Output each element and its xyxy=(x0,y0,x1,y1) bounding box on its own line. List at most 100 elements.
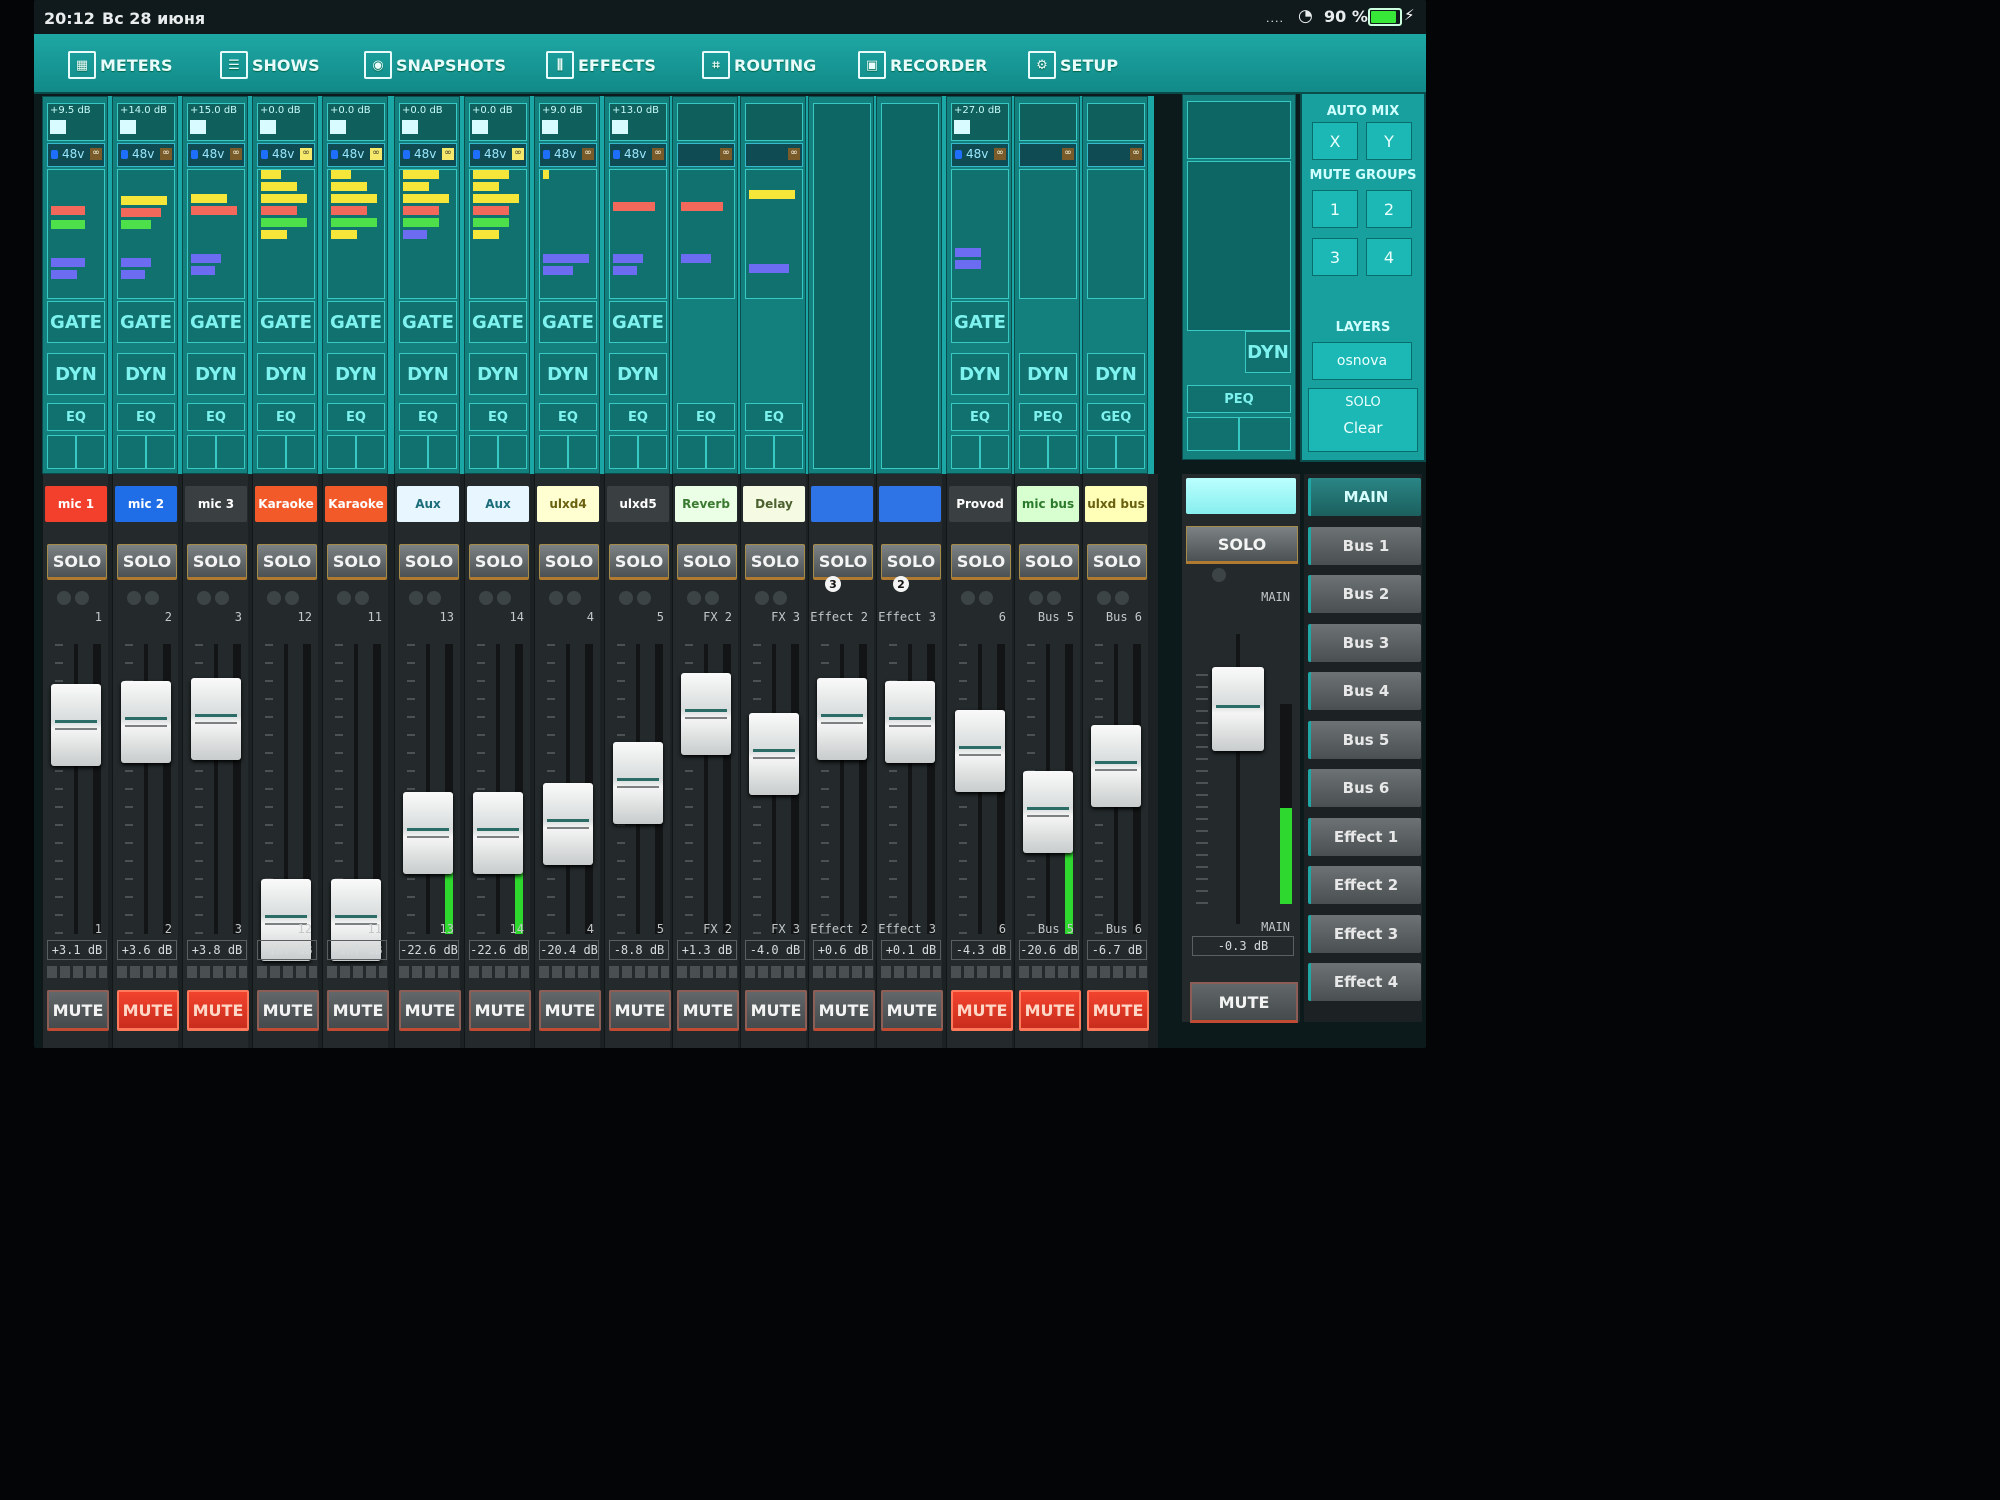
eq-button[interactable]: EQ xyxy=(117,403,175,431)
eq-button[interactable]: GEQ xyxy=(1087,403,1145,431)
phantom-power[interactable]: 48v ∞ xyxy=(117,143,175,167)
eq-button[interactable]: EQ xyxy=(469,403,527,431)
nav-tab-snapshots[interactable]: ◉ SNAPSHOTS xyxy=(364,48,506,82)
bus-button-effect-4[interactable]: Effect 4 xyxy=(1308,963,1421,1001)
phantom-power[interactable]: ∞ xyxy=(1087,143,1145,167)
fader-knob[interactable] xyxy=(1091,725,1141,807)
dyn-button[interactable]: DYN xyxy=(117,353,175,395)
phantom-power[interactable]: 48v ∞ xyxy=(609,143,667,167)
dyn-button[interactable]: DYN xyxy=(257,353,315,395)
bus-button-effect-1[interactable]: Effect 1 xyxy=(1308,817,1421,856)
channel-name[interactable]: ulxd4 xyxy=(537,486,599,522)
phantom-power[interactable]: 48v ∞ xyxy=(187,143,245,167)
bus-button-main[interactable]: MAIN xyxy=(1308,478,1421,516)
phantom-power[interactable]: 48v ∞ xyxy=(539,143,597,167)
solo-button[interactable]: SOLO xyxy=(187,544,247,580)
solo-clear-box[interactable]: SOLO Clear xyxy=(1308,388,1418,452)
solo-button[interactable]: SOLO xyxy=(47,544,107,580)
channel-name[interactable]: mic 2 xyxy=(115,486,177,522)
mute-button[interactable]: MUTE xyxy=(399,990,461,1031)
gain-trim[interactable]: +14.0 dB xyxy=(117,103,175,141)
gate-button[interactable]: GATE xyxy=(469,301,527,343)
solo-button[interactable]: SOLO xyxy=(117,544,177,580)
fader-knob[interactable] xyxy=(473,792,523,874)
dyn-button[interactable]: DYN xyxy=(609,353,667,395)
gain-trim[interactable]: +9.0 dB xyxy=(539,103,597,141)
solo-button[interactable]: SOLO xyxy=(469,544,529,580)
mute-group-2-button[interactable]: 2 xyxy=(1366,190,1412,228)
mute-group-3-button[interactable]: 3 xyxy=(1312,238,1358,276)
eq-button[interactable]: EQ xyxy=(187,403,245,431)
fader-knob[interactable] xyxy=(121,681,171,763)
fader-knob[interactable] xyxy=(955,710,1005,792)
dyn-button[interactable]: DYN xyxy=(47,353,105,395)
gain-trim[interactable]: +0.0 dB xyxy=(469,103,527,141)
eq-button[interactable]: EQ xyxy=(327,403,385,431)
main-peq-button[interactable]: PEQ xyxy=(1187,385,1291,413)
fader-knob[interactable] xyxy=(51,684,101,766)
main-dyn-button[interactable]: DYN xyxy=(1245,331,1291,373)
gain-trim[interactable]: +13.0 dB xyxy=(609,103,667,141)
main-fader-knob[interactable] xyxy=(1212,667,1264,751)
gain-trim[interactable]: +15.0 dB xyxy=(187,103,245,141)
gain-trim[interactable]: +0.0 dB xyxy=(399,103,457,141)
fader-knob[interactable] xyxy=(749,713,799,795)
eq-button[interactable]: EQ xyxy=(609,403,667,431)
solo-button[interactable]: SOLO xyxy=(399,544,459,580)
channel-name[interactable]: ulxd bus xyxy=(1085,486,1147,522)
eq-button[interactable]: EQ xyxy=(745,403,803,431)
eq-button[interactable]: EQ xyxy=(399,403,457,431)
channel-name[interactable]: Provod xyxy=(949,486,1011,522)
layer-button[interactable]: osnova xyxy=(1312,342,1412,380)
channel-name[interactable]: Aux xyxy=(397,486,459,522)
mute-button[interactable]: MUTE xyxy=(327,990,389,1031)
gain-trim[interactable] xyxy=(745,103,803,141)
mute-button[interactable]: MUTE xyxy=(881,990,943,1031)
solo-button[interactable]: SOLO xyxy=(745,544,805,580)
bus-button-bus-5[interactable]: Bus 5 xyxy=(1308,720,1421,759)
phantom-power[interactable]: 48v ∞ xyxy=(399,143,457,167)
channel-name[interactable]: Karaoke xyxy=(325,486,387,522)
fader-knob[interactable] xyxy=(543,783,593,865)
solo-button[interactable]: SOLO xyxy=(327,544,387,580)
mute-button[interactable]: MUTE xyxy=(609,990,671,1031)
mute-button[interactable]: MUTE xyxy=(257,990,319,1031)
gate-button[interactable]: GATE xyxy=(951,301,1009,343)
phantom-power[interactable]: 48v ∞ xyxy=(257,143,315,167)
gate-button[interactable]: GATE xyxy=(399,301,457,343)
solo-clear-button[interactable]: Clear xyxy=(1309,419,1417,437)
gate-button[interactable]: GATE xyxy=(609,301,667,343)
fader-knob[interactable] xyxy=(1023,771,1073,853)
solo-button[interactable]: SOLO xyxy=(539,544,599,580)
eq-button[interactable]: EQ xyxy=(677,403,735,431)
gate-button[interactable]: GATE xyxy=(187,301,245,343)
mute-button[interactable]: MUTE xyxy=(187,990,249,1031)
channel-name[interactable]: Reverb xyxy=(675,486,737,522)
nav-tab-recorder[interactable]: ▣ RECORDER xyxy=(858,48,987,82)
solo-button[interactable]: SOLO xyxy=(881,544,941,580)
mute-group-4-button[interactable]: 4 xyxy=(1366,238,1412,276)
mute-button[interactable]: MUTE xyxy=(1019,990,1081,1031)
dyn-button[interactable]: DYN xyxy=(1087,353,1145,395)
gain-trim[interactable]: +0.0 dB xyxy=(257,103,315,141)
fader-knob[interactable] xyxy=(613,742,663,824)
channel-name[interactable]: mic 3 xyxy=(185,486,247,522)
mute-button[interactable]: MUTE xyxy=(813,990,875,1031)
nav-tab-meters[interactable]: ▦ METERS xyxy=(68,48,173,82)
nav-tab-shows[interactable]: ☰ SHOWS xyxy=(220,48,320,82)
phantom-power[interactable]: ∞ xyxy=(677,143,735,167)
channel-name[interactable]: Karaoke xyxy=(255,486,317,522)
nav-tab-setup[interactable]: ⚙ SETUP xyxy=(1028,48,1118,82)
phantom-power[interactable]: 48v ∞ xyxy=(47,143,105,167)
eq-button[interactable]: PEQ xyxy=(1019,403,1077,431)
channel-name[interactable] xyxy=(879,486,941,522)
mute-button[interactable]: MUTE xyxy=(47,990,109,1031)
main-mute-button[interactable]: MUTE xyxy=(1190,982,1298,1023)
gate-button[interactable]: GATE xyxy=(257,301,315,343)
bus-button-bus-3[interactable]: Bus 3 xyxy=(1308,623,1421,662)
dyn-button[interactable]: DYN xyxy=(327,353,385,395)
auto-mix-x-button[interactable]: X xyxy=(1312,122,1358,160)
phantom-power[interactable]: 48v ∞ xyxy=(951,143,1009,167)
main-solo-button[interactable]: SOLO xyxy=(1186,526,1298,564)
eq-button[interactable]: EQ xyxy=(47,403,105,431)
